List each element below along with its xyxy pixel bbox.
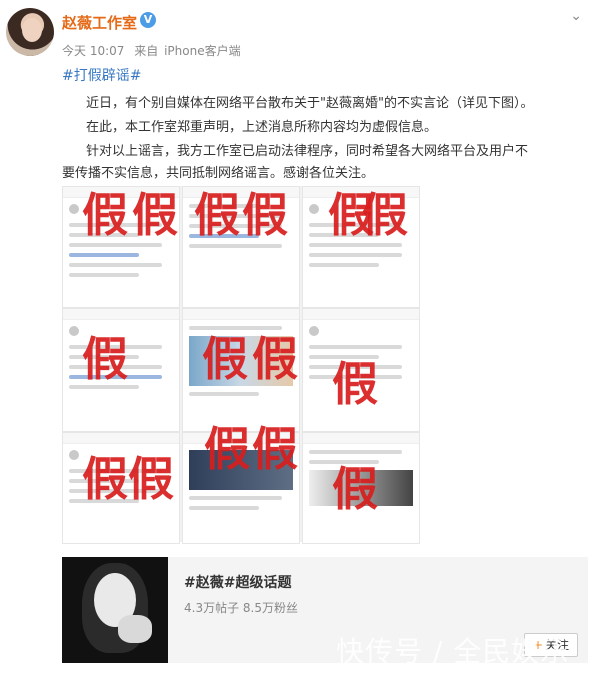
hashtag-link[interactable]: #打假辟谣# — [62, 65, 141, 85]
fake-stamp: 假 — [82, 188, 128, 242]
post-paragraph: 要传播不实信息，共同抵制网络谣言。感谢各位关注。 — [62, 166, 375, 181]
post-paragraph: 在此，本工作室郑重声明，上述消息所称内容均为虚假信息。 — [86, 120, 438, 135]
fake-stamp: 假 — [332, 357, 378, 411]
watermark: 快传号 / 全民娱乐 — [336, 635, 570, 668]
fake-stamp: 假 — [132, 188, 178, 242]
topic-image — [62, 557, 168, 663]
post-meta: 今天 10:07 来自 iPhone客户端 — [62, 42, 247, 59]
author-avatar[interactable] — [6, 8, 54, 56]
verified-icon: V — [140, 12, 156, 28]
post-time: 今天 10:07 — [62, 44, 125, 58]
post-paragraph: 近日，有个别自媒体在网络平台散布关于"赵薇离婚"的不实言论（详见下图）。 — [86, 96, 534, 111]
fake-stamp: 假 — [252, 332, 298, 386]
fake-stamp: 假 — [242, 188, 288, 242]
fake-stamp: 假 — [332, 462, 378, 516]
post-source[interactable]: iPhone客户端 — [164, 44, 241, 58]
fake-stamp: 假 — [204, 422, 250, 476]
fake-stamp: 假 — [128, 452, 174, 506]
author-name[interactable]: 赵薇工作室 — [62, 12, 137, 33]
fake-stamp: 假 — [194, 188, 240, 242]
topic-title[interactable]: #赵薇#超级话题 — [184, 572, 291, 592]
fake-stamp: 假 — [82, 452, 128, 506]
fake-stamp: 假 — [362, 188, 408, 242]
fake-stamp: 假 — [202, 332, 248, 386]
rumor-screenshots-collage[interactable]: 假 假 假 假 假 假 假 假 假 假 假 假 假 假 假 — [62, 186, 420, 544]
post-paragraph: 针对以上谣言，我方工作室已启动法律程序，同时希望各大网络平台及用户不 — [86, 144, 529, 159]
fake-stamp: 假 — [82, 332, 128, 386]
source-prefix: 来自 — [134, 44, 159, 58]
avatar-face — [22, 18, 42, 42]
fake-stamp: 假 — [252, 422, 298, 476]
topic-stats: 4.3万帖子 8.5万粉丝 — [184, 601, 298, 615]
chevron-down-icon[interactable]: ⌄ — [570, 8, 582, 24]
